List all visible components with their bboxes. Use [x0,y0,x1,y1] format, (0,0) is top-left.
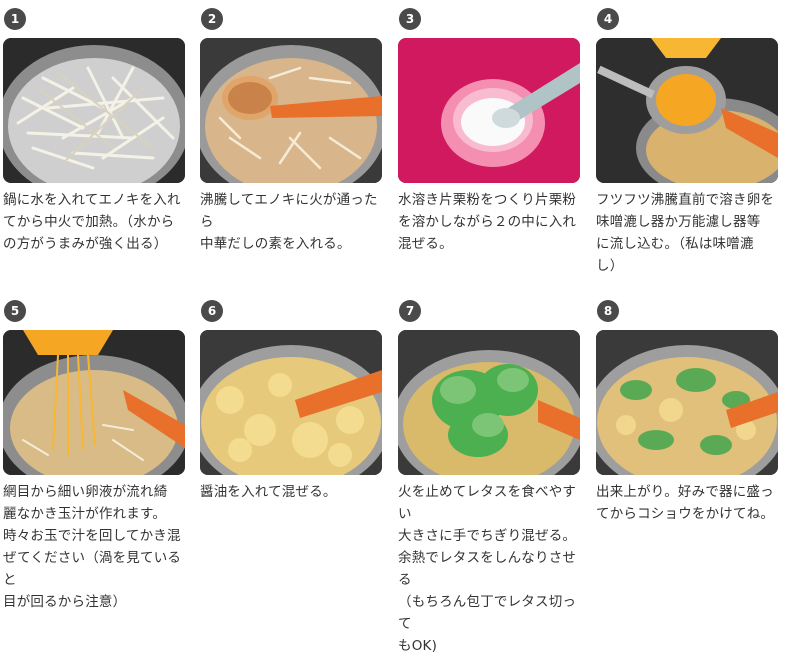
step-number-badge: 4 [597,8,619,30]
step-caption: 火を止めてレタスを食べやすい 大きさに手でちぎり混ぜる。 余熱でレタスをしんなり… [398,484,577,654]
recipe-step-6: 6 醤油を入れて混ぜる。 [200,300,382,503]
step-caption: フツフツ沸騰直前で溶き卵を 味噌漉し器か万能濾し器等 に流し込む。（私は味噌漉 … [596,192,775,274]
recipe-step-4: 4 フツフツ沸騰直前で溶き卵を 味噌漉し器か万能濾し器等 に流し込む。（私は味噌… [596,8,778,277]
step-number-badge: 2 [201,8,223,30]
step-caption: 沸騰してエノキに火が通ったら 中華だしの素を入れる。 [200,192,378,252]
step-caption: 網目から細い卵液が流れ綺 麗なかき玉汁が作れます。 時々お玉で汁を回してかき混 … [3,484,182,610]
step-number-badge: 6 [201,300,223,322]
step-photo-broth-with-ladle[interactable] [200,38,382,183]
step-caption: 鍋に水を入れてエノキを入れ てから中火で加熱。（水から の方がうまみが強く出る） [3,192,181,252]
recipe-step-7: 7 火を止めてレタスを食べやすい 大きさに手でちぎり混ぜる。 余熱でレタスをしん… [398,300,580,657]
step-photo-enoki-in-pot[interactable] [3,38,185,183]
recipe-step-3: 3 水溶き片栗粉をつくり片栗粉 を溶かしながら２の中に入れ 混ぜる。 [398,8,580,255]
step-caption: 出来上がり。好みで器に盛っ てからコショウをかけてね。 [596,484,775,522]
step-number-badge: 7 [399,300,421,322]
step-caption: 水溶き片栗粉をつくり片栗粉 を溶かしながら２の中に入れ 混ぜる。 [398,192,577,252]
step-photo-starch-water[interactable] [398,38,580,183]
step-photo-egg-soup[interactable] [200,330,382,475]
step-photo-egg-into-strainer[interactable] [596,38,778,183]
step-number-badge: 1 [4,8,26,30]
step-number-badge: 5 [4,300,26,322]
step-photo-finished-soup[interactable] [596,330,778,475]
recipe-step-5: 5 網目から細い卵液が流れ綺 麗なかき玉汁が作れます。 時々お玉で汁を回してかき… [3,300,185,613]
recipe-step-2: 2 沸騰してエノキに火が通ったら 中華だしの素を入れる。 [200,8,382,255]
step-photo-egg-streams[interactable] [3,330,185,475]
recipe-step-8: 8 出来上がり。好みで器に盛っ てからコショウをかけてね。 [596,300,778,525]
step-number-badge: 8 [597,300,619,322]
recipe-steps-grid: 1 鍋に水を入れてエノキを入れ てから中火で加熱。（水から の方がうまみが強く出… [0,0,792,654]
step-photo-lettuce-added[interactable] [398,330,580,475]
step-number-badge: 3 [399,8,421,30]
recipe-step-1: 1 鍋に水を入れてエノキを入れ てから中火で加熱。（水から の方がうまみが強く出… [3,8,185,255]
step-caption: 醤油を入れて混ぜる。 [200,484,337,500]
